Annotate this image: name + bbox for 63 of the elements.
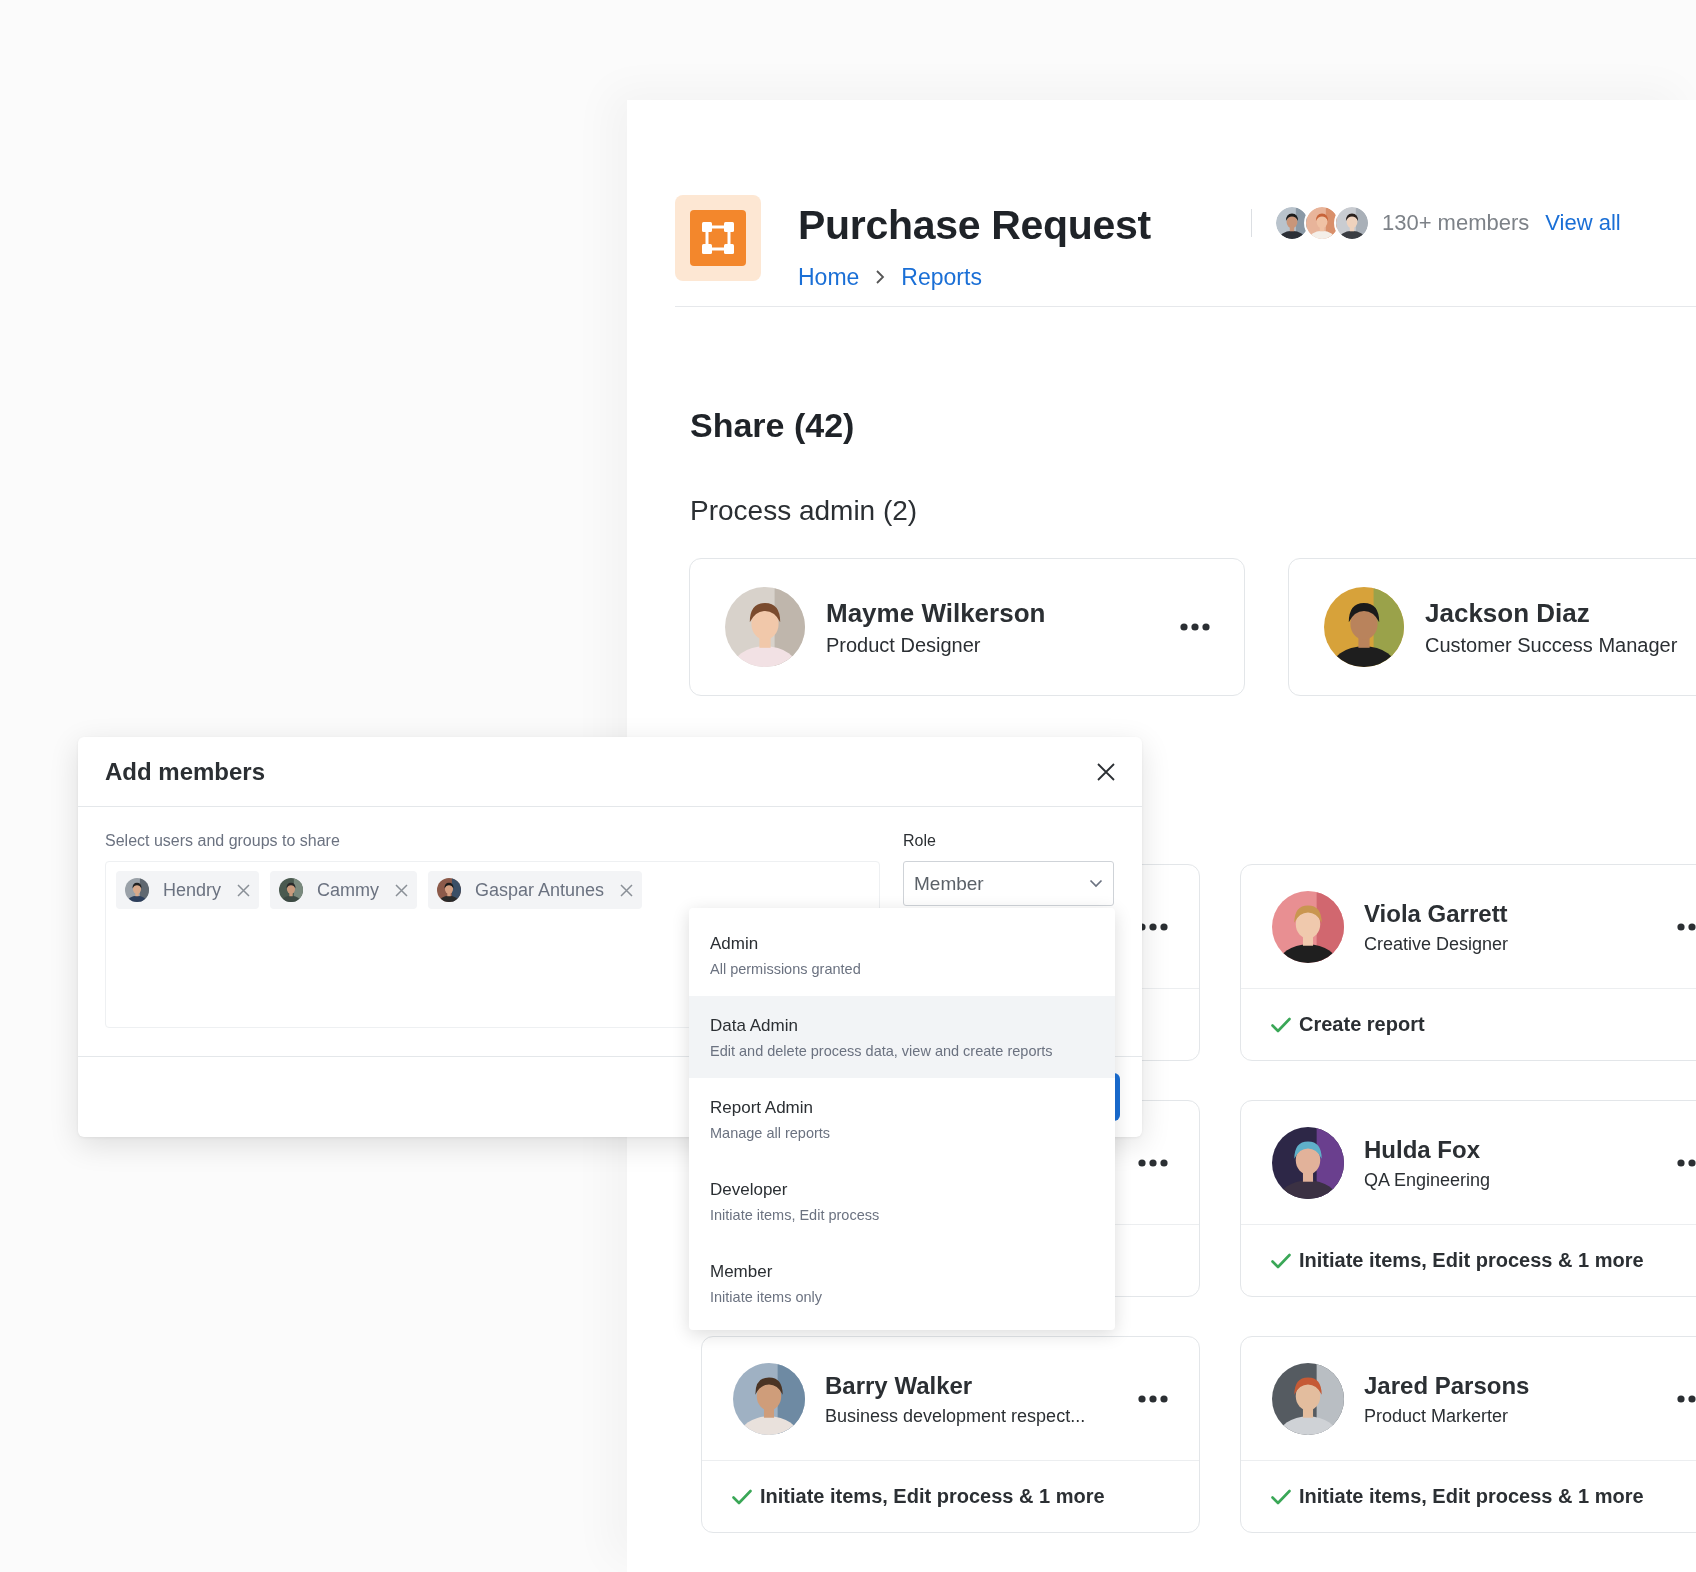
member-name: Jackson Diaz xyxy=(1425,597,1591,629)
option-title: Report Admin xyxy=(710,1096,814,1118)
option-title: Developer xyxy=(710,1178,789,1200)
chevron-down-icon xyxy=(1089,879,1103,888)
check-icon xyxy=(1271,1252,1291,1269)
chevron-right-icon xyxy=(875,269,886,285)
section-title: Share (42) xyxy=(690,405,856,445)
logo-icon xyxy=(675,195,761,281)
member-role: Business development respect... xyxy=(825,1405,1086,1427)
view-all-link[interactable]: View all xyxy=(1545,210,1621,236)
more-icon[interactable] xyxy=(1138,1394,1168,1403)
member-name: Mayme Wilkerson xyxy=(826,597,1046,629)
option-description: All permissions granted xyxy=(710,959,862,978)
role-option[interactable]: Developer Initiate items, Edit process xyxy=(689,1160,1115,1242)
member-role: Customer Success Manager xyxy=(1425,634,1678,657)
member-name: Jared Parsons xyxy=(1364,1370,1530,1401)
option-title: Admin xyxy=(710,932,760,954)
close-icon[interactable] xyxy=(1097,762,1115,781)
option-title: Member xyxy=(710,1260,774,1282)
permission-text: Initiate items, Edit process & 1 more xyxy=(1299,1485,1644,1508)
section-subtitle: Process admin (2) xyxy=(690,494,919,528)
field-label: Select users and groups to share xyxy=(105,831,341,851)
more-icon[interactable] xyxy=(1677,1394,1696,1403)
page-title: Purchase Request xyxy=(798,201,1151,249)
member-role: Product Markerter xyxy=(1364,1405,1510,1427)
role-option[interactable]: Report Admin Manage all reports xyxy=(689,1078,1115,1160)
member-chip[interactable]: Hendry xyxy=(116,871,260,909)
check-icon xyxy=(1271,1016,1291,1033)
chip-label: Cammy xyxy=(317,879,380,901)
breadcrumb-link[interactable]: Home xyxy=(798,263,860,291)
more-icon[interactable] xyxy=(1677,1158,1696,1167)
option-description: Edit and delete process data, view and create reports xyxy=(710,1041,1054,1060)
member-chip[interactable]: Cammy xyxy=(270,871,418,909)
more-icon[interactable] xyxy=(1138,1158,1168,1167)
more-icon[interactable] xyxy=(1180,623,1210,631)
chip-label: Hendry xyxy=(163,879,222,901)
member-name: Barry Walker xyxy=(825,1370,974,1401)
permission-text: Initiate items, Edit process & 1 more xyxy=(1299,1249,1644,1272)
remove-icon[interactable] xyxy=(395,883,409,897)
permission-text: Initiate items, Edit process & 1 more xyxy=(760,1485,1105,1508)
option-description: Manage all reports xyxy=(710,1123,832,1142)
breadcrumb-link[interactable]: Reports xyxy=(901,263,982,291)
remove-icon[interactable] xyxy=(237,883,251,897)
member-chip[interactable]: Gaspar Antunes xyxy=(428,871,643,909)
permission-text: Create report xyxy=(1299,1013,1425,1036)
role-select[interactable]: Member xyxy=(903,861,1114,906)
role-option[interactable]: Data Admin Edit and delete process data, view and create reports xyxy=(689,996,1115,1078)
dialog-title: Add members xyxy=(105,757,266,786)
member-role: QA Engineering xyxy=(1364,1169,1491,1191)
member-count: 130+ members xyxy=(1381,210,1530,236)
check-icon xyxy=(1271,1488,1291,1505)
option-description: Initiate items, Edit process xyxy=(710,1205,881,1224)
member-name: Hulda Fox xyxy=(1364,1134,1481,1165)
chip-label: Gaspar Antunes xyxy=(475,879,605,901)
remove-icon[interactable] xyxy=(620,883,634,897)
field-label: Role xyxy=(903,831,937,851)
option-description: Initiate items only xyxy=(710,1287,824,1306)
more-icon[interactable] xyxy=(1677,922,1696,931)
member-role: Creative Designer xyxy=(1364,933,1509,955)
member-role: Product Designer xyxy=(826,634,982,657)
role-option[interactable]: Member Initiate items only xyxy=(689,1242,1115,1324)
check-icon xyxy=(732,1488,752,1505)
member-name: Viola Garrett xyxy=(1364,898,1509,929)
